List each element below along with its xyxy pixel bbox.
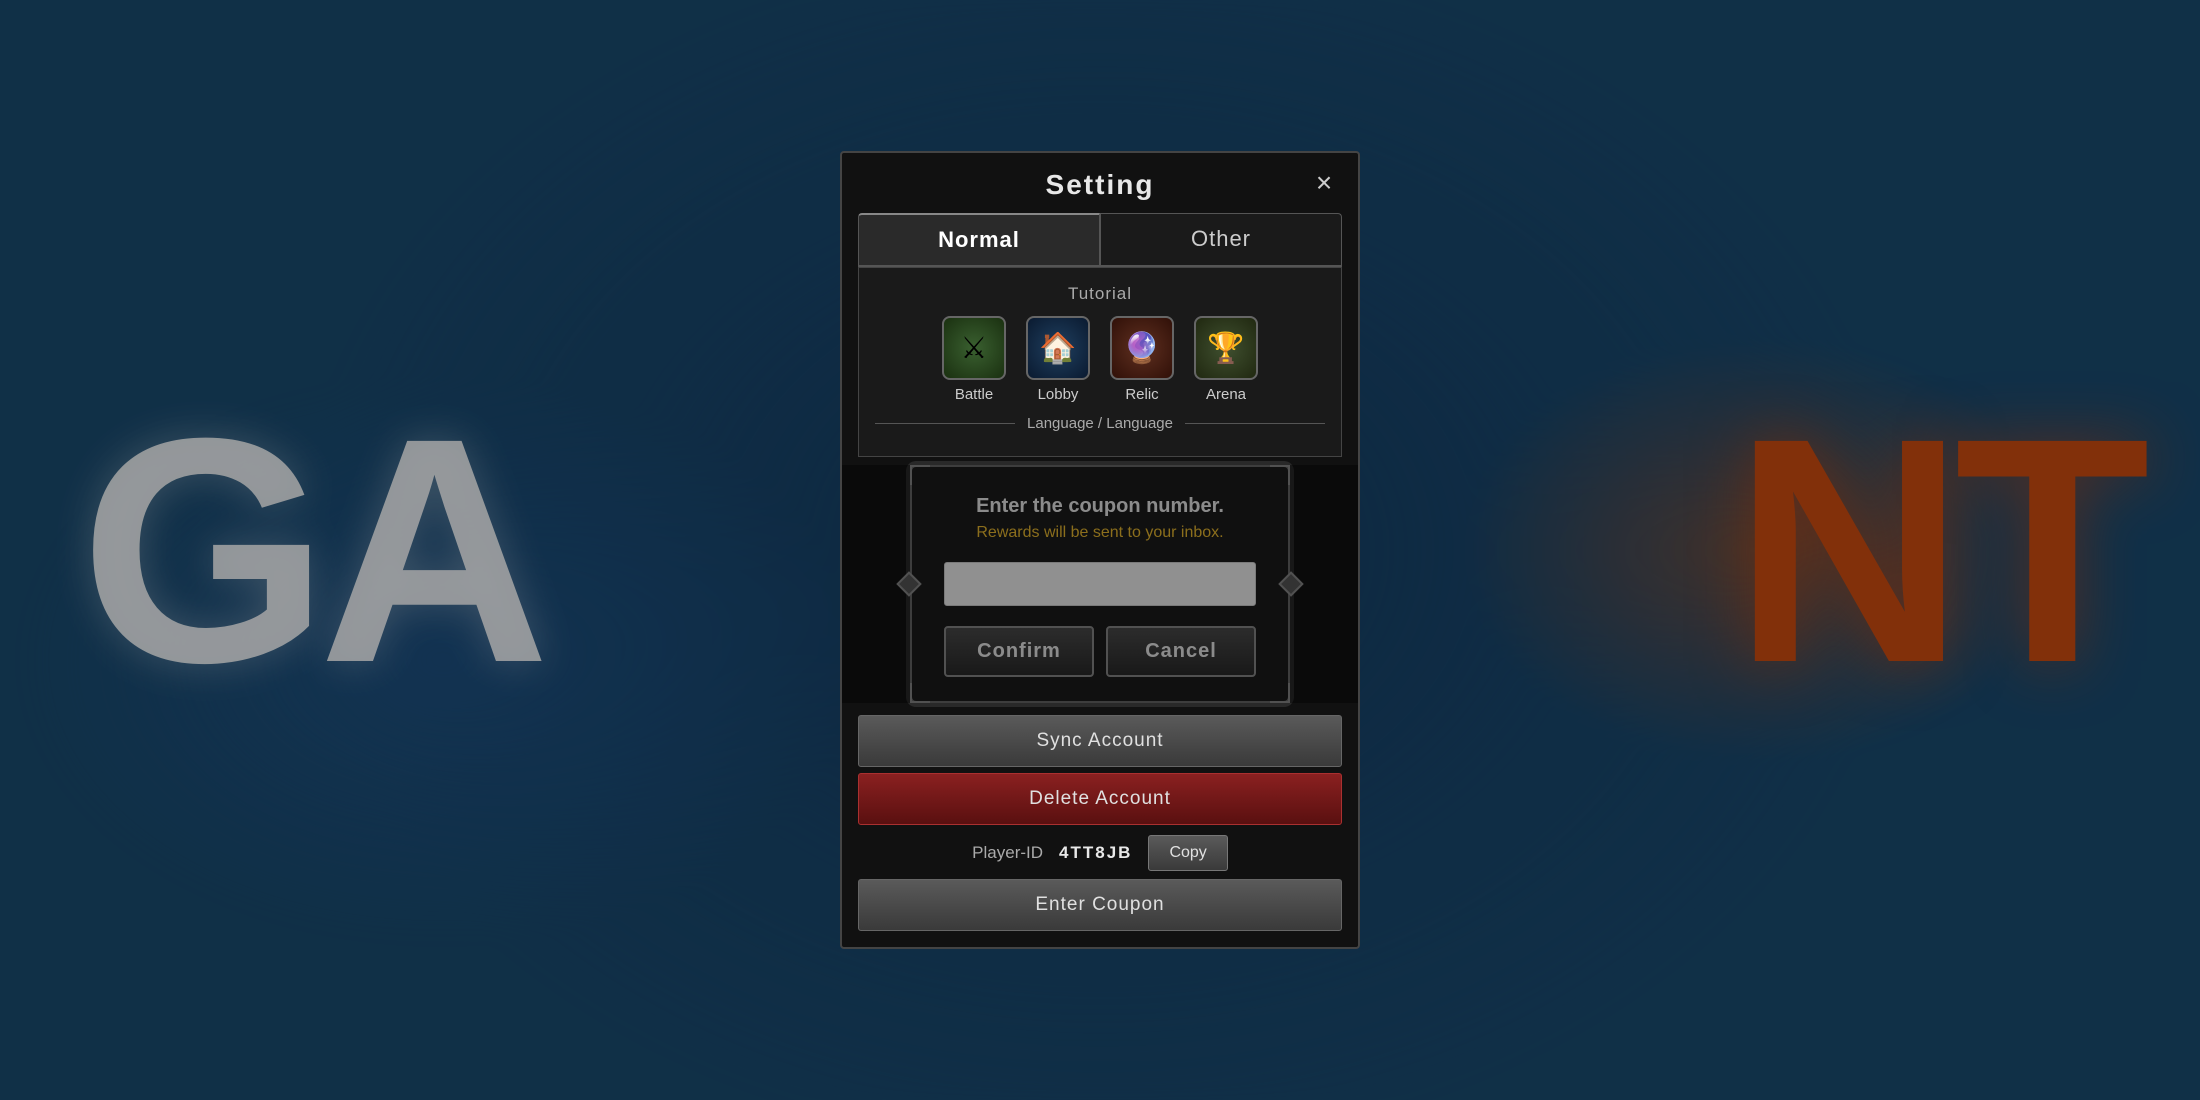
panel-header: Setting × <box>842 153 1358 209</box>
arena-label: Arena <box>1206 386 1246 403</box>
delete-account-button[interactable]: Delete Account <box>858 773 1342 825</box>
player-id-label: Player-ID <box>972 843 1043 863</box>
player-id-value: 4TT8JB <box>1059 843 1132 863</box>
panel-title: Setting <box>1046 169 1155 201</box>
corner-bl <box>910 683 930 703</box>
coupon-dialog: Enter the coupon number. Rewards will be… <box>910 465 1290 703</box>
corner-br <box>1270 683 1290 703</box>
enter-coupon-button[interactable]: Enter Coupon <box>858 879 1342 931</box>
diamond-right-icon <box>1278 571 1303 596</box>
player-id-row: Player-ID 4TT8JB Copy <box>842 835 1358 871</box>
arena-icon: 🏆 <box>1194 316 1258 380</box>
tab-other[interactable]: Other <box>1100 213 1342 265</box>
relic-icon: 🔮 <box>1110 316 1174 380</box>
divider-left <box>875 423 1015 424</box>
lobby-label: Lobby <box>1038 386 1079 403</box>
close-button[interactable]: × <box>1306 165 1342 201</box>
tab-normal[interactable]: Normal <box>858 213 1100 265</box>
dialog-sub-text: Rewards will be sent to your inbox. <box>944 524 1256 542</box>
dialog-buttons: Confirm Cancel <box>944 626 1256 677</box>
diamond-left-icon <box>896 571 921 596</box>
confirm-button[interactable]: Confirm <box>944 626 1094 677</box>
setting-panel: Setting × Normal Other Tutorial ⚔ Battle… <box>840 151 1360 949</box>
tutorial-icons-row: ⚔ Battle 🏠 Lobby 🔮 Relic 🏆 Arena <box>875 316 1325 403</box>
coupon-dialog-wrapper: Enter the coupon number. Rewards will be… <box>842 465 1358 703</box>
corner-tr <box>1270 465 1290 485</box>
tutorial-item-lobby[interactable]: 🏠 Lobby <box>1026 316 1090 403</box>
battle-label: Battle <box>955 386 993 403</box>
sync-account-button[interactable]: Sync Account <box>858 715 1342 767</box>
spacer <box>842 457 1358 465</box>
tutorial-item-arena[interactable]: 🏆 Arena <box>1194 316 1258 403</box>
relic-label: Relic <box>1125 386 1158 403</box>
tutorial-item-relic[interactable]: 🔮 Relic <box>1110 316 1174 403</box>
bottom-section: Sync Account Delete Account <box>858 715 1342 825</box>
language-divider: Language / Language <box>875 415 1325 432</box>
lobby-icon: 🏠 <box>1026 316 1090 380</box>
tutorial-section-label: Tutorial <box>875 284 1325 304</box>
panel-content: Tutorial ⚔ Battle 🏠 Lobby 🔮 Relic 🏆 Aren… <box>858 267 1342 457</box>
tabs-container: Normal Other <box>858 213 1342 267</box>
divider-right <box>1185 423 1325 424</box>
dialog-center: Enter the coupon number. Rewards will be… <box>842 465 1358 703</box>
language-label: Language / Language <box>1027 415 1173 432</box>
tutorial-item-battle[interactable]: ⚔ Battle <box>942 316 1006 403</box>
copy-button[interactable]: Copy <box>1148 835 1227 871</box>
coupon-input[interactable] <box>944 562 1256 606</box>
cancel-button[interactable]: Cancel <box>1106 626 1256 677</box>
dialog-main-text: Enter the coupon number. <box>944 495 1256 518</box>
corner-tl <box>910 465 930 485</box>
battle-icon: ⚔ <box>942 316 1006 380</box>
